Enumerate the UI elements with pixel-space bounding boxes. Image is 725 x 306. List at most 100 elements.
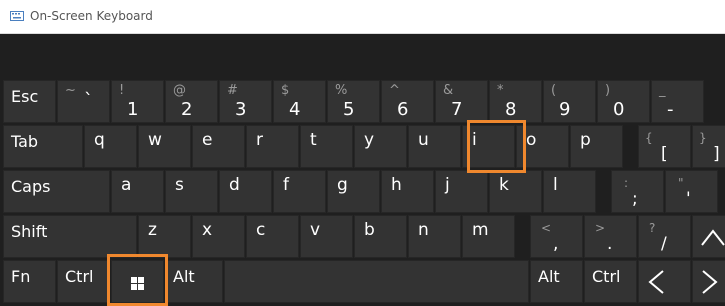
key-semicolon[interactable]: : ;: [611, 170, 664, 213]
key-tab[interactable]: Tab: [3, 125, 83, 168]
key-number-6[interactable]: ^ 6: [381, 80, 434, 123]
key-letter-f[interactable]: f: [273, 170, 326, 213]
key-letter-q[interactable]: q: [84, 125, 137, 168]
key-letter-a[interactable]: a: [111, 170, 164, 213]
shift-char: !: [119, 83, 125, 98]
key-label: n: [418, 220, 429, 240]
key-label: f: [283, 175, 289, 195]
key-label: w: [148, 130, 162, 150]
shift-char: {: [645, 131, 653, 145]
key-letter-v[interactable]: v: [300, 215, 353, 258]
chevron-right-icon: [702, 270, 718, 294]
title-bar: On-Screen Keyboard: [0, 0, 725, 34]
key-spacebar[interactable]: [224, 260, 529, 303]
key-letter-u[interactable]: u: [408, 125, 461, 168]
main-char: 8: [505, 99, 517, 120]
key-letter-t[interactable]: t: [300, 125, 353, 168]
key-label: Fn: [11, 267, 31, 286]
key-label: Alt: [173, 267, 195, 286]
key-label: t: [310, 130, 317, 150]
key-letter-l[interactable]: l: [543, 170, 596, 213]
chevron-up-icon: [701, 229, 725, 246]
key-label: u: [418, 130, 429, 150]
key-label: p: [580, 130, 591, 150]
key-slash[interactable]: ? /: [638, 215, 691, 258]
key-left-arrow[interactable]: [638, 260, 691, 303]
key-label: r: [256, 130, 263, 150]
key-letter-c[interactable]: c: [246, 215, 299, 258]
key-letter-p[interactable]: p: [570, 125, 623, 168]
key-number-5[interactable]: % 5: [327, 80, 380, 123]
shift-char: >: [595, 221, 606, 235]
key-letter-j[interactable]: j: [435, 170, 488, 213]
key-number-7[interactable]: & 7: [435, 80, 488, 123]
key-number-8[interactable]: * 8: [489, 80, 542, 123]
key-period[interactable]: > .: [584, 215, 637, 258]
key-number-4[interactable]: $4: [273, 80, 326, 123]
shift-char: ): [605, 83, 611, 98]
key-label: c: [256, 220, 266, 240]
key-number-2[interactable]: @2: [165, 80, 218, 123]
main-char: ': [686, 189, 691, 209]
key-letter-n[interactable]: n: [408, 215, 461, 258]
shift-char: <: [541, 221, 552, 235]
key-letter-w[interactable]: w: [138, 125, 191, 168]
shift-char: _: [659, 83, 666, 98]
key-letter-m[interactable]: m: [462, 215, 515, 258]
key-comma[interactable]: < ,: [530, 215, 583, 258]
shift-char: :: [624, 176, 629, 190]
key-label: a: [121, 175, 132, 195]
main-char: .: [607, 234, 613, 254]
key-up-arrow[interactable]: [692, 215, 725, 258]
shift-char: ^: [389, 83, 400, 98]
shift-char: }: [699, 131, 707, 145]
key-close-bracket[interactable]: } ]: [692, 125, 725, 168]
key-letter-y[interactable]: y: [354, 125, 407, 168]
key-ctrl-left[interactable]: Ctrl: [57, 260, 110, 303]
main-char: `: [84, 90, 93, 111]
shift-char: @: [173, 83, 186, 98]
key-quote[interactable]: " ': [665, 170, 718, 213]
key-label: o: [526, 130, 537, 150]
key-label: Caps: [11, 177, 51, 196]
key-letter-s[interactable]: s: [165, 170, 218, 213]
key-number-3[interactable]: #3: [219, 80, 272, 123]
key-shift[interactable]: Shift: [3, 215, 137, 258]
key-letter-b[interactable]: b: [354, 215, 407, 258]
main-char: 2: [181, 99, 193, 120]
key-letter-z[interactable]: z: [138, 215, 191, 258]
main-char: 4: [289, 99, 301, 120]
key-alt-right[interactable]: Alt: [530, 260, 583, 303]
shift-char: %: [335, 83, 348, 98]
key-letter-d[interactable]: d: [219, 170, 272, 213]
key-open-bracket[interactable]: { [: [638, 125, 691, 168]
key-letter-k[interactable]: k: [489, 170, 542, 213]
key-number-10[interactable]: ) 0: [597, 80, 650, 123]
key-right-arrow[interactable]: [692, 260, 725, 303]
main-char: 7: [451, 99, 463, 120]
key-ctrl-right[interactable]: Ctrl: [584, 260, 637, 303]
key-number-0[interactable]: ~ `: [57, 80, 110, 123]
key-caps[interactable]: Caps: [3, 170, 110, 213]
key-number-9[interactable]: (9: [543, 80, 596, 123]
keyboard-icon: [10, 11, 24, 21]
shift-char: (: [551, 83, 557, 98]
key-label: b: [364, 220, 375, 240]
highlight-key-i: [467, 120, 526, 173]
key-number-11[interactable]: _ -: [651, 80, 704, 123]
key-letter-h[interactable]: h: [381, 170, 434, 213]
main-char: -: [667, 99, 674, 120]
key-letter-g[interactable]: g: [327, 170, 380, 213]
key-fn[interactable]: Fn: [3, 260, 56, 303]
key-number-1[interactable]: ! 1: [111, 80, 164, 123]
key-esc[interactable]: Esc: [3, 80, 56, 123]
shift-char: #: [227, 83, 238, 98]
key-label: x: [202, 220, 213, 240]
key-letter-x[interactable]: x: [192, 215, 245, 258]
shift-char: $: [281, 83, 290, 98]
key-letter-r[interactable]: r: [246, 125, 299, 168]
key-alt-left[interactable]: Alt: [165, 260, 223, 303]
key-label: Shift: [11, 222, 48, 241]
main-char: 0: [613, 99, 625, 120]
key-letter-e[interactable]: e: [192, 125, 245, 168]
